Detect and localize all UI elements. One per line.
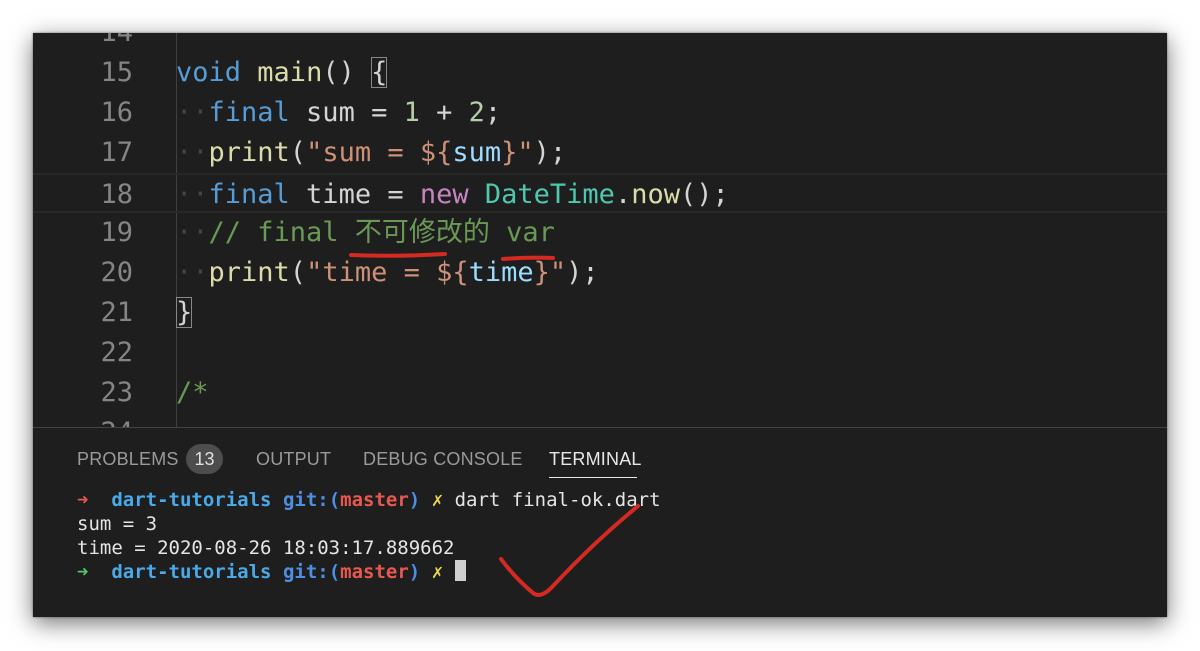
- code-token: main: [257, 57, 323, 88]
- line-number: 19: [100, 217, 133, 248]
- code-line[interactable]: 16 ··final sum = 1 + 2;: [33, 93, 1167, 133]
- code-token: final: [208, 97, 290, 128]
- code-token: "time = ${: [306, 257, 469, 288]
- line-number: 14: [73, 33, 133, 53]
- code-token: ··: [176, 137, 209, 168]
- code-token: }": [533, 257, 567, 288]
- code-token: now: [631, 179, 680, 210]
- code-text: ··final time = new DateTime.now();: [176, 175, 729, 215]
- code-token: final: [208, 179, 290, 210]
- active-tab-indicator: [549, 477, 637, 478]
- tab-debug-console[interactable]: DEBUG CONSOLE: [363, 448, 523, 470]
- terminal-command: dart final-ok.dart: [454, 489, 661, 511]
- code-token: print: [208, 257, 290, 288]
- code-text: ··final sum = 1 + 2;: [176, 93, 501, 133]
- code-text: ··// final 不可修改的 var: [176, 213, 555, 253]
- prompt-directory: dart-tutorials: [111, 489, 272, 511]
- code-editor[interactable]: 1415void main() {16··final sum = 1 + 2;1…: [33, 33, 1167, 427]
- code-token: +: [419, 97, 469, 128]
- code-token: ();: [679, 179, 729, 210]
- code-line[interactable]: 17 ··print("sum = ${sum}");: [33, 133, 1167, 173]
- code-token: DateTime: [484, 179, 615, 210]
- prompt-git-label: git:(: [282, 489, 341, 511]
- prompt-branch: master: [340, 561, 409, 583]
- code-line[interactable]: 22: [33, 333, 1167, 373]
- terminal-output-line: sum = 3: [77, 513, 158, 535]
- code-token: time =: [289, 179, 420, 210]
- code-token: }": [501, 137, 534, 168]
- code-token: ··: [176, 217, 209, 248]
- prompt-arrow-icon: ➜: [77, 489, 89, 511]
- prompt-git-label: git:(: [282, 561, 341, 583]
- terminal-prompt-line: ➜ dart-tutorials git:(master) ✗: [77, 560, 661, 584]
- code-text: void main() {: [176, 53, 388, 93]
- panel-tabs: PROBLEMS 13 OUTPUT DEBUG CONSOLE TERMINA…: [33, 428, 1167, 488]
- line-number: 20: [100, 257, 133, 288]
- code-token: ··: [176, 179, 209, 210]
- problems-count-badge: 13: [186, 444, 223, 474]
- vscode-window: 1415void main() {16··final sum = 1 + 2;1…: [33, 33, 1167, 617]
- dirty-mark-icon: ✗: [431, 561, 444, 583]
- code-token: ··: [176, 97, 209, 128]
- code-text: ··print("time = ${time}");: [176, 253, 599, 293]
- code-token: /*: [176, 377, 209, 408]
- tab-terminal[interactable]: TERMINAL: [549, 448, 642, 470]
- terminal-output-line: time = 2020-08-26 18:03:17.889662: [77, 537, 455, 559]
- code-line[interactable]: 18 ··final time = new DateTime.now();: [33, 173, 1167, 213]
- line-number: 18: [100, 179, 133, 210]
- code-token: // final 不可修改的 var: [208, 217, 555, 248]
- line-number: 22: [100, 337, 133, 368]
- code-token: time: [468, 257, 534, 288]
- code-text: /*: [176, 373, 209, 413]
- line-number: 15: [100, 57, 133, 88]
- code-text: ··print("sum = ${sum}");: [176, 133, 566, 173]
- terminal-cursor: [454, 560, 466, 581]
- line-number: 24: [73, 413, 133, 427]
- code-token: 1: [403, 97, 420, 128]
- terminal[interactable]: ➜ dart-tutorials git:(master) ✗ dart fin…: [77, 488, 661, 584]
- prompt-branch: master: [340, 489, 409, 511]
- code-token: .: [614, 179, 632, 210]
- tab-output[interactable]: OUTPUT: [256, 448, 331, 470]
- matching-brace: }: [176, 297, 193, 328]
- code-token: print: [208, 137, 290, 168]
- prompt-git-close: ): [408, 489, 421, 511]
- matching-brace: {: [371, 57, 388, 88]
- code-token: 2: [468, 97, 485, 128]
- prompt-git-close: ): [408, 561, 421, 583]
- prompt-arrow-icon: ➜: [77, 561, 89, 583]
- bottom-panel: PROBLEMS 13 OUTPUT DEBUG CONSOLE TERMINA…: [33, 427, 1167, 617]
- code-token: ;: [484, 97, 502, 128]
- code-line[interactable]: 24: [33, 413, 1167, 427]
- code-token: (): [322, 57, 372, 88]
- code-line[interactable]: 19 ··// final 不可修改的 var: [33, 213, 1167, 253]
- code-token: ··: [176, 257, 209, 288]
- code-token: void: [176, 57, 242, 88]
- line-number: 21: [100, 297, 133, 328]
- code-token: );: [566, 257, 599, 288]
- code-line[interactable]: 23 /*: [33, 373, 1167, 413]
- line-number: 17: [100, 137, 133, 168]
- terminal-command-line: ➜ dart-tutorials git:(master) ✗ dart fin…: [77, 488, 661, 512]
- code-token: (: [289, 137, 307, 168]
- tab-problems[interactable]: PROBLEMS: [77, 448, 179, 470]
- dirty-mark-icon: ✗: [431, 489, 444, 511]
- code-line[interactable]: 14: [33, 33, 1167, 53]
- prompt-directory: dart-tutorials: [111, 561, 272, 583]
- code-token: (: [289, 257, 307, 288]
- code-line[interactable]: 15 void main() {: [33, 53, 1167, 93]
- code-token: sum: [452, 137, 502, 168]
- code-line[interactable]: 20 ··print("time = ${time}");: [33, 253, 1167, 293]
- code-token: sum =: [289, 97, 404, 128]
- code-token: "sum = ${: [306, 137, 453, 168]
- line-number: 23: [100, 377, 133, 408]
- code-token: new: [419, 179, 469, 210]
- code-text: }: [176, 293, 193, 333]
- code-line[interactable]: 21}: [33, 293, 1167, 333]
- line-number: 16: [100, 97, 133, 128]
- code-token: );: [533, 137, 567, 168]
